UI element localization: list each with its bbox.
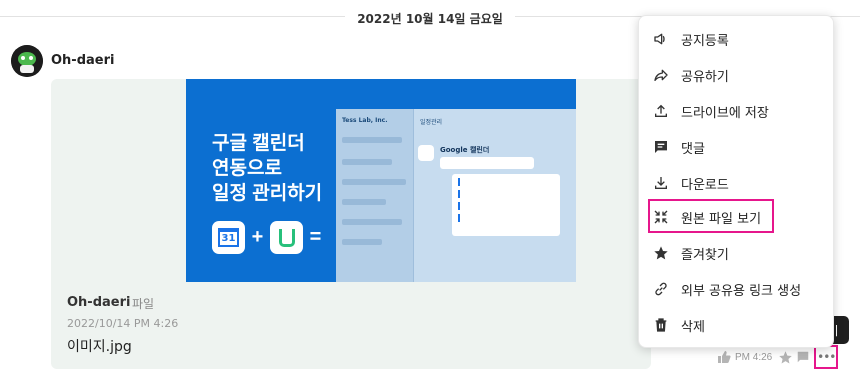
message-action-bar: PM 4:26 ••• [716, 345, 839, 369]
screenshot-events [452, 174, 560, 236]
menu-item-external-link[interactable]: 외부 공유용 링크 생성 [639, 274, 833, 304]
file-type-label: 파일 [132, 297, 155, 311]
menu-item-favorite[interactable]: 즐겨찾기 [639, 238, 833, 268]
favorite-star-icon[interactable] [776, 348, 794, 366]
screenshot-channel: 일정관리 [420, 119, 443, 126]
star-icon [653, 245, 669, 261]
plus-sign: + [251, 226, 264, 248]
menu-item-announce[interactable]: 공지등록 [639, 24, 833, 54]
menu-item-label: 댓글 [681, 141, 705, 157]
menu-item-label: 드라이브에 저장 [681, 105, 769, 121]
promo-text: 구글 캘린더 연동으로 일정 관리하기 [212, 131, 322, 206]
menu-item-label: 공지등록 [681, 33, 729, 49]
file-name[interactable]: 이미지.jpg [67, 336, 132, 356]
action-bar-time: PM 4:26 [735, 351, 773, 363]
menu-item-save-drive[interactable]: 드라이브에 저장 [639, 96, 833, 126]
tess-app-icon [270, 221, 303, 254]
menu-item-delete[interactable]: 삭제 [639, 310, 833, 340]
more-button[interactable]: ••• [814, 345, 839, 369]
avatar[interactable] [11, 45, 43, 77]
google-calendar-icon: 31 [212, 221, 245, 254]
screenshot-bubble [440, 157, 534, 169]
download-icon [653, 175, 669, 191]
highlight-box [648, 199, 774, 233]
menu-item-share[interactable]: 공유하기 [639, 60, 833, 90]
like-icon[interactable] [716, 349, 732, 365]
promo-line: 연동으로 [212, 158, 282, 179]
comment-icon[interactable] [794, 348, 812, 366]
calendar-day: 31 [217, 228, 240, 247]
promo-line: 일정 관리하기 [212, 183, 323, 204]
comment-icon [653, 139, 669, 155]
trash-icon [653, 317, 669, 333]
promo-icons: 31 + = [212, 221, 328, 254]
menu-item-label: 즐겨찾기 [681, 247, 729, 263]
link-icon [653, 281, 669, 297]
menu-item-label: 공유하기 [681, 69, 729, 85]
screenshot-calendar-icon [418, 145, 434, 161]
menu-item-label: 외부 공유용 링크 생성 [681, 283, 802, 299]
megaphone-icon [653, 31, 669, 47]
app-screenshot: Tess Lab, Inc. 일정관리 Google 캘린더 [336, 109, 576, 282]
promo-line: 구글 캘린더 [212, 133, 305, 154]
menu-item-label: 다운로드 [681, 177, 729, 193]
context-menu: 공지등록 공유하기 드라이브에 저장 댓글 다운로드 원본 파일 보기 즐겨찾기… [638, 15, 834, 348]
share-icon [653, 67, 669, 83]
equals-sign: = [309, 226, 322, 248]
menu-item-download[interactable]: 다운로드 [639, 168, 833, 198]
image-thumbnail[interactable]: 구글 캘린더 연동으로 일정 관리하기 31 + = Tess Lab, Inc… [186, 79, 576, 282]
screenshot-workspace: Tess Lab, Inc. [342, 117, 388, 124]
upload-icon [653, 103, 669, 119]
file-timestamp: 2022/10/14 PM 4:26 [67, 317, 179, 330]
file-message-card[interactable]: 구글 캘린더 연동으로 일정 관리하기 31 + = Tess Lab, Inc… [51, 79, 651, 369]
message-author[interactable]: Oh-daeri [51, 53, 114, 68]
avatar-icon [11, 45, 43, 77]
menu-item-label: 삭제 [681, 319, 705, 335]
screenshot-title: Google 캘린더 [440, 146, 490, 154]
screenshot-sidebar: Tess Lab, Inc. [336, 109, 414, 282]
more-dots-icon: ••• [817, 350, 836, 364]
date-separator-label: 2022년 10월 14일 금요일 [345, 12, 515, 26]
menu-item-comment[interactable]: 댓글 [639, 132, 833, 162]
file-author: Oh-daeri [67, 295, 131, 310]
